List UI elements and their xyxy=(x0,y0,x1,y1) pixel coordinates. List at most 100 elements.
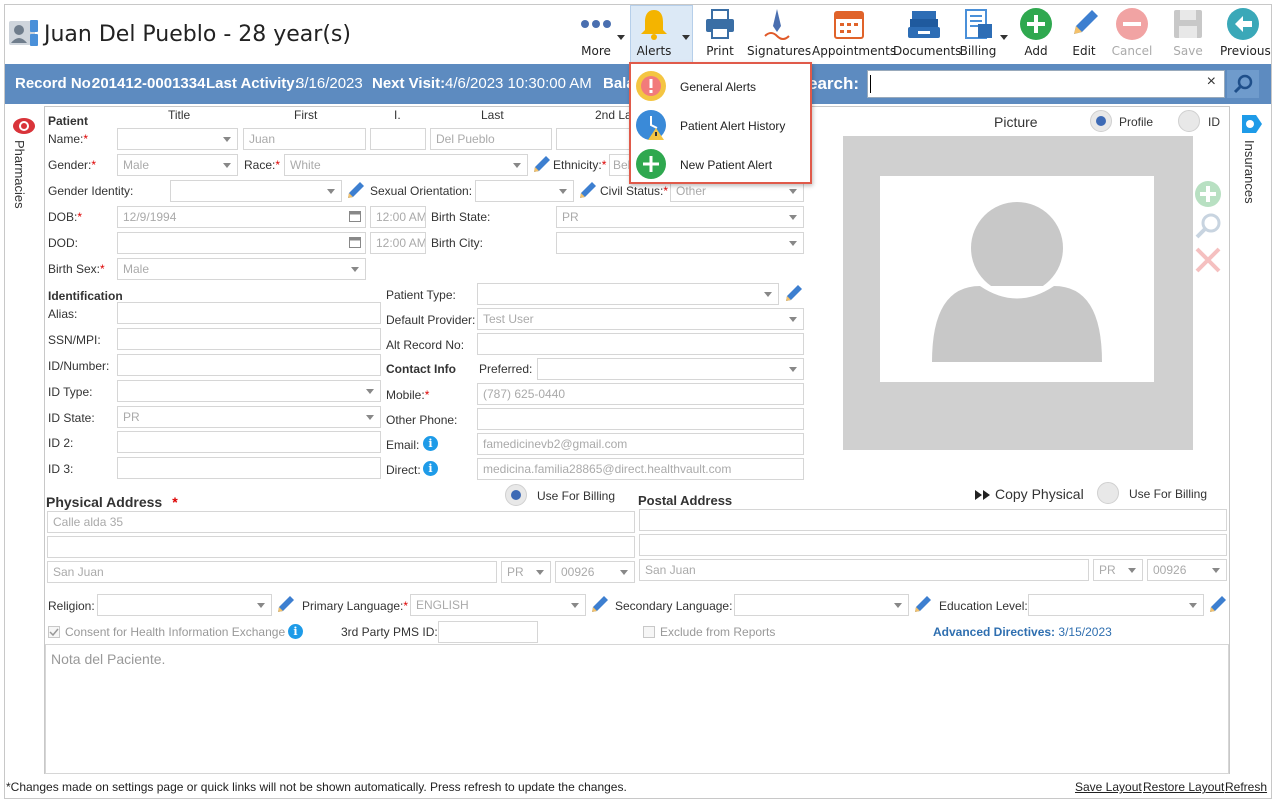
email-input[interactable]: famedicinevb2@gmail.com xyxy=(477,433,804,455)
dob-time-input[interactable]: 12:00 AM xyxy=(370,206,426,228)
mobile-input[interactable]: (787) 625-0440 xyxy=(477,383,804,405)
primary-language-select[interactable]: ENGLISH xyxy=(410,594,586,616)
alias-input[interactable] xyxy=(117,302,381,324)
pharmacies-eye-icon[interactable] xyxy=(12,115,36,137)
restore-layout-link[interactable]: Restore Layout xyxy=(1143,780,1224,794)
dob-date-input[interactable]: 12/9/1994 xyxy=(117,206,366,228)
remove-picture-x-icon[interactable] xyxy=(1194,246,1222,277)
gender-identity-select[interactable] xyxy=(170,180,342,202)
consent-checkbox[interactable] xyxy=(48,626,60,638)
postal-use-for-billing-radio[interactable] xyxy=(1097,482,1119,504)
other-phone-input[interactable] xyxy=(477,408,804,430)
initial-input[interactable] xyxy=(370,128,426,150)
physical-zip-select[interactable]: 00926 xyxy=(555,561,635,583)
patient-type-edit-pencil-icon[interactable] xyxy=(784,283,804,303)
menu-item-new-patient-alert[interactable]: New Patient Alert xyxy=(631,144,810,182)
advanced-directives-link[interactable]: Advanced Directives: 3/15/2023 xyxy=(933,625,1112,639)
birth-city-select[interactable] xyxy=(556,232,804,254)
direct-input[interactable]: medicina.familia28865@direct.healthvault… xyxy=(477,458,804,480)
add-button[interactable]: Add xyxy=(1016,6,1056,62)
profile-radio[interactable] xyxy=(1090,110,1112,132)
clear-search-icon[interactable]: × xyxy=(1207,73,1216,91)
consent-info-icon[interactable]: i xyxy=(288,624,303,639)
insurances-tag-icon[interactable] xyxy=(1238,113,1264,135)
postal-zip-select[interactable]: 00926 xyxy=(1147,559,1227,581)
pharmacies-tab[interactable]: Pharmacies xyxy=(12,140,27,209)
id-number-input[interactable] xyxy=(117,354,381,376)
dod-date-input[interactable] xyxy=(117,232,366,254)
race-select[interactable]: White xyxy=(284,154,528,176)
race-edit-pencil-icon[interactable] xyxy=(532,154,552,174)
ssn-input[interactable] xyxy=(117,328,381,350)
billing-button[interactable]: Billing xyxy=(958,6,998,62)
religion-select[interactable] xyxy=(97,594,272,616)
menu-item-patient-alert-history[interactable]: Patient Alert History xyxy=(631,105,810,143)
email-info-icon[interactable]: i xyxy=(423,436,438,451)
physical-address-line2-input[interactable] xyxy=(47,536,635,558)
postal-city-input[interactable]: San Juan xyxy=(639,559,1089,581)
billing-chevron-down-icon[interactable] xyxy=(1000,30,1008,44)
alerts-button[interactable]: Alerts xyxy=(632,6,676,62)
copy-physical-button[interactable]: Copy Physical xyxy=(995,486,1084,502)
cancel-button[interactable]: Cancel xyxy=(1110,6,1154,62)
appointments-button[interactable]: Appointments xyxy=(812,6,896,62)
birth-state-select[interactable]: PR xyxy=(556,206,804,228)
sexual-orientation-select[interactable] xyxy=(475,180,574,202)
more-button[interactable]: More xyxy=(574,6,618,62)
title-select[interactable] xyxy=(117,128,238,150)
postal-address-line2-input[interactable] xyxy=(639,534,1227,556)
print-button[interactable]: Print xyxy=(700,6,740,62)
refresh-link[interactable]: Refresh xyxy=(1225,780,1267,794)
physical-address-line1-input[interactable]: Calle alda 35 xyxy=(47,511,635,533)
dod-calendar-icon[interactable] xyxy=(349,236,361,251)
menu-item-general-alerts[interactable]: General Alerts xyxy=(631,66,810,104)
alt-record-input[interactable] xyxy=(477,333,804,355)
dod-time-input[interactable]: 12:00 AM xyxy=(370,232,426,254)
physical-use-for-billing-radio[interactable] xyxy=(505,484,527,506)
exclude-reports-checkbox[interactable] xyxy=(643,626,655,638)
gender-identity-edit-pencil-icon[interactable] xyxy=(346,180,366,200)
patient-notes-textarea[interactable]: Nota del Paciente. xyxy=(45,644,1229,774)
gender-select[interactable]: Male xyxy=(117,154,238,176)
add-picture-plus-icon[interactable] xyxy=(1194,180,1222,211)
default-provider-select[interactable]: Test User xyxy=(477,308,804,330)
postal-address-line1-input[interactable] xyxy=(639,509,1227,531)
copy-physical-arrows-icon[interactable] xyxy=(975,489,991,503)
alerts-chevron-down-icon[interactable] xyxy=(682,30,690,44)
third-party-pms-input[interactable] xyxy=(438,621,538,643)
ethnicity-select[interactable]: Bel xyxy=(609,154,630,176)
education-level-select[interactable] xyxy=(1028,594,1204,616)
id-type-select[interactable] xyxy=(117,380,381,402)
documents-button[interactable]: Documents xyxy=(893,6,961,62)
save-layout-link[interactable]: Save Layout xyxy=(1075,780,1142,794)
id-radio[interactable] xyxy=(1178,110,1200,132)
dob-calendar-icon[interactable] xyxy=(349,210,361,225)
signatures-button[interactable]: Signatures xyxy=(747,6,811,62)
primary-language-edit-pencil-icon[interactable] xyxy=(590,594,610,614)
zoom-picture-magnifier-icon[interactable] xyxy=(1194,212,1222,243)
id2-input[interactable] xyxy=(117,431,381,453)
insurances-tab[interactable]: Insurances xyxy=(1242,140,1257,204)
search-button[interactable] xyxy=(1227,70,1259,98)
religion-edit-pencil-icon[interactable] xyxy=(276,594,296,614)
id-state-select[interactable]: PR xyxy=(117,406,381,428)
last-name-input[interactable]: Del Pueblo xyxy=(430,128,552,150)
secondary-language-edit-pencil-icon[interactable] xyxy=(913,594,933,614)
physical-state-select[interactable]: PR xyxy=(501,561,551,583)
save-button[interactable]: Save xyxy=(1168,6,1208,62)
previous-button[interactable]: Previous xyxy=(1220,6,1271,62)
physical-city-input[interactable]: San Juan xyxy=(47,561,497,583)
postal-state-select[interactable]: PR xyxy=(1093,559,1143,581)
first-name-input[interactable]: Juan xyxy=(243,128,366,150)
patient-type-select[interactable] xyxy=(477,283,779,305)
patient-search-input[interactable]: × xyxy=(867,70,1225,98)
preferred-contact-select[interactable] xyxy=(537,358,804,380)
id3-input[interactable] xyxy=(117,457,381,479)
education-level-edit-pencil-icon[interactable] xyxy=(1208,594,1228,614)
more-chevron-down-icon[interactable] xyxy=(617,30,625,44)
birth-sex-select[interactable]: Male xyxy=(117,258,366,280)
secondary-language-select[interactable] xyxy=(734,594,909,616)
direct-info-icon[interactable]: i xyxy=(423,461,438,476)
sexual-orientation-edit-pencil-icon[interactable] xyxy=(578,180,598,200)
edit-button[interactable]: Edit xyxy=(1064,6,1104,62)
